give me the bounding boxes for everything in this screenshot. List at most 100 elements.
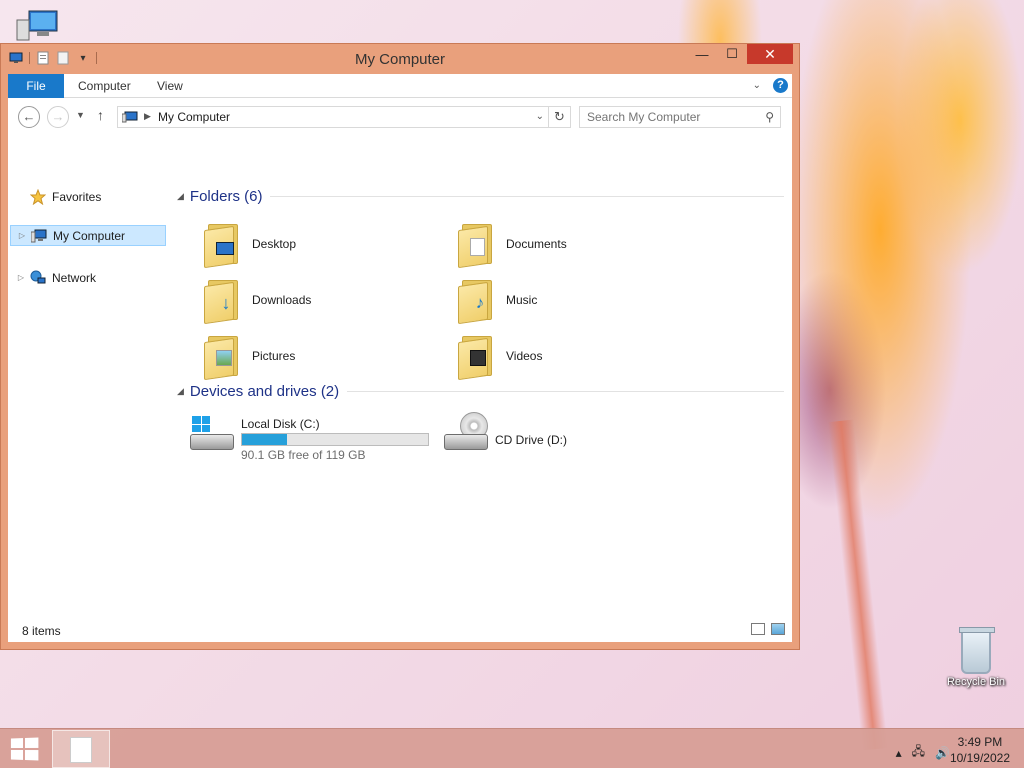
group-title: Folders (6)	[189, 188, 263, 205]
nav-item-label: My Computer	[53, 228, 126, 243]
up-button[interactable]: ↑	[97, 107, 104, 123]
start-button-windows-icon[interactable]	[10, 737, 39, 761]
tab-computer[interactable]: Computer	[78, 74, 131, 98]
folder-tile-downloads[interactable]: ↓ Downloads	[190, 274, 430, 326]
drive-free-space: 90.1 GB free of 119 GB	[241, 448, 366, 462]
desktop-folder-icon	[204, 222, 242, 269]
maximize-button[interactable]: ☐	[717, 44, 747, 64]
folder-label: Music	[506, 293, 538, 307]
back-button[interactable]: ←	[18, 106, 40, 128]
nav-item-network[interactable]: ▷ Network	[10, 267, 166, 288]
computer-icon	[16, 10, 58, 41]
drive-tile-cd-drive-d[interactable]: CD Drive (D:)	[442, 412, 567, 456]
breadcrumb-my-computer[interactable]: My Computer	[158, 110, 230, 124]
folder-tile-desktop[interactable]: Desktop	[190, 218, 430, 270]
large-icons-view-icon[interactable]	[771, 623, 785, 635]
drive-info: Local Disk (C:) 90.1 GB free of 119 GB	[241, 412, 429, 462]
nav-item-my-computer[interactable]: ▷ My Computer	[10, 225, 166, 246]
cd-drive-icon	[442, 412, 490, 456]
computer-icon	[31, 228, 47, 244]
caption-buttons: — ☐ ✕	[687, 44, 793, 64]
network-tray-icon[interactable]: 🖧	[912, 742, 925, 763]
group-header-folders[interactable]: ◢ Folders (6)	[174, 188, 784, 205]
drive-usage-bar	[241, 433, 429, 446]
details-view-icon[interactable]	[751, 623, 765, 635]
volume-icon[interactable]: 🔊	[935, 746, 950, 760]
group-divider	[270, 196, 784, 197]
folder-label: Downloads	[252, 293, 312, 307]
folder-label: Videos	[506, 349, 543, 363]
recycle-bin-label: Recycle Bin	[946, 676, 1006, 688]
downloads-folder-icon: ↓	[204, 278, 242, 325]
explorer-window: ▾ My Computer — ☐ ✕ File Computer View ⌄…	[0, 43, 800, 650]
search-icon[interactable]: ⚲	[765, 110, 774, 124]
expand-arrow-icon[interactable]: ▷	[17, 231, 27, 240]
document-icon	[70, 737, 92, 763]
taskbar: ▴ 🖧 🔊 3:49 PM 10/19/2022	[0, 728, 1024, 768]
expand-arrow-icon[interactable]: ▷	[16, 273, 26, 282]
computer-small-icon	[121, 111, 138, 126]
clock-date: 10/19/2022	[949, 751, 1010, 765]
group-header-devices[interactable]: ◢ Devices and drives (2)	[174, 383, 784, 400]
search-input[interactable]	[580, 107, 750, 127]
desktop-my-computer-icon[interactable]	[14, 10, 62, 42]
drive-tile-local-disk-c[interactable]: Local Disk (C:) 90.1 GB free of 119 GB	[188, 412, 429, 462]
wallpaper-flower-stem	[827, 419, 889, 751]
refresh-button[interactable]: ↻	[548, 107, 570, 127]
address-dropdown-chevron-icon[interactable]: ⌄	[536, 111, 544, 122]
network-icon	[30, 270, 46, 286]
windows-logo-icon	[192, 416, 210, 432]
show-hidden-icons-chevron-icon[interactable]: ▴	[896, 746, 902, 760]
nav-item-label: Network	[52, 270, 97, 285]
close-button[interactable]: ✕	[747, 44, 793, 64]
nav-item-favorites[interactable]: Favorites	[10, 186, 166, 207]
navigation-bar: ← → ▼ ↑ ▶ My Computer ⌄ ↻ ⚲	[8, 98, 792, 136]
window-title: My Computer	[354, 51, 446, 68]
ribbon-controls: ⌄ ?	[753, 78, 788, 93]
folder-tile-pictures[interactable]: Pictures	[190, 330, 430, 382]
view-toggle-group	[751, 623, 785, 635]
title-bar[interactable]: ▾ My Computer — ☐ ✕	[1, 44, 799, 74]
tab-view[interactable]: View	[157, 74, 183, 98]
recent-locations-chevron-icon[interactable]: ▼	[76, 110, 85, 120]
navigation-pane: Favorites ▷ My Computer ▷ Network	[8, 136, 168, 618]
group-divider	[347, 391, 784, 392]
desktop-recycle-bin[interactable]: Recycle Bin	[938, 627, 1014, 688]
drive-usage-fill	[242, 434, 288, 445]
pictures-folder-icon	[204, 334, 242, 381]
music-folder-icon: ♪	[458, 278, 496, 325]
search-box[interactable]: ⚲	[579, 106, 781, 128]
item-count: 8 items	[22, 624, 61, 638]
drive-info: CD Drive (D:)	[495, 412, 567, 447]
group-title: Devices and drives (2)	[189, 383, 340, 400]
breadcrumb-arrow-icon[interactable]: ▶	[144, 111, 151, 122]
explorer-content: ← → ▼ ↑ ▶ My Computer ⌄ ↻ ⚲	[8, 98, 792, 642]
clock[interactable]: 3:49 PM 10/19/2022	[950, 734, 1010, 766]
system-tray: ▴ 🖧 🔊	[896, 742, 950, 763]
taskbar-file-explorer-button[interactable]	[52, 730, 110, 768]
main-content-area: ◢ Folders (6) Desktop Documents ↓ Downlo…	[174, 136, 792, 618]
tab-file[interactable]: File	[8, 74, 64, 98]
recycle-bin-icon	[959, 627, 995, 674]
ribbon-tabs: File Computer View ⌄ ?	[8, 74, 792, 98]
expand-ribbon-chevron-icon[interactable]: ⌄	[753, 80, 761, 91]
star-icon	[30, 188, 46, 205]
drive-label: Local Disk (C:)	[241, 417, 320, 431]
address-bar[interactable]: ▶ My Computer ⌄ ↻	[117, 106, 571, 128]
folder-tile-music[interactable]: ♪ Music	[444, 274, 684, 326]
drive-label: CD Drive (D:)	[495, 433, 567, 447]
videos-folder-icon	[458, 334, 496, 381]
status-bar: 8 items	[8, 618, 792, 642]
collapse-group-icon[interactable]: ◢	[177, 386, 184, 397]
folder-label: Documents	[506, 237, 567, 251]
clock-time: 3:49 PM	[957, 735, 1003, 749]
folder-tile-videos[interactable]: Videos	[444, 330, 684, 382]
nav-item-label: Favorites	[52, 189, 102, 204]
minimize-button[interactable]: —	[687, 44, 717, 64]
help-icon[interactable]: ?	[773, 78, 788, 93]
folder-label: Desktop	[252, 237, 297, 251]
folder-tile-documents[interactable]: Documents	[444, 218, 684, 270]
hard-drive-icon	[188, 412, 236, 456]
forward-button[interactable]: →	[47, 106, 69, 128]
collapse-group-icon[interactable]: ◢	[177, 191, 184, 202]
